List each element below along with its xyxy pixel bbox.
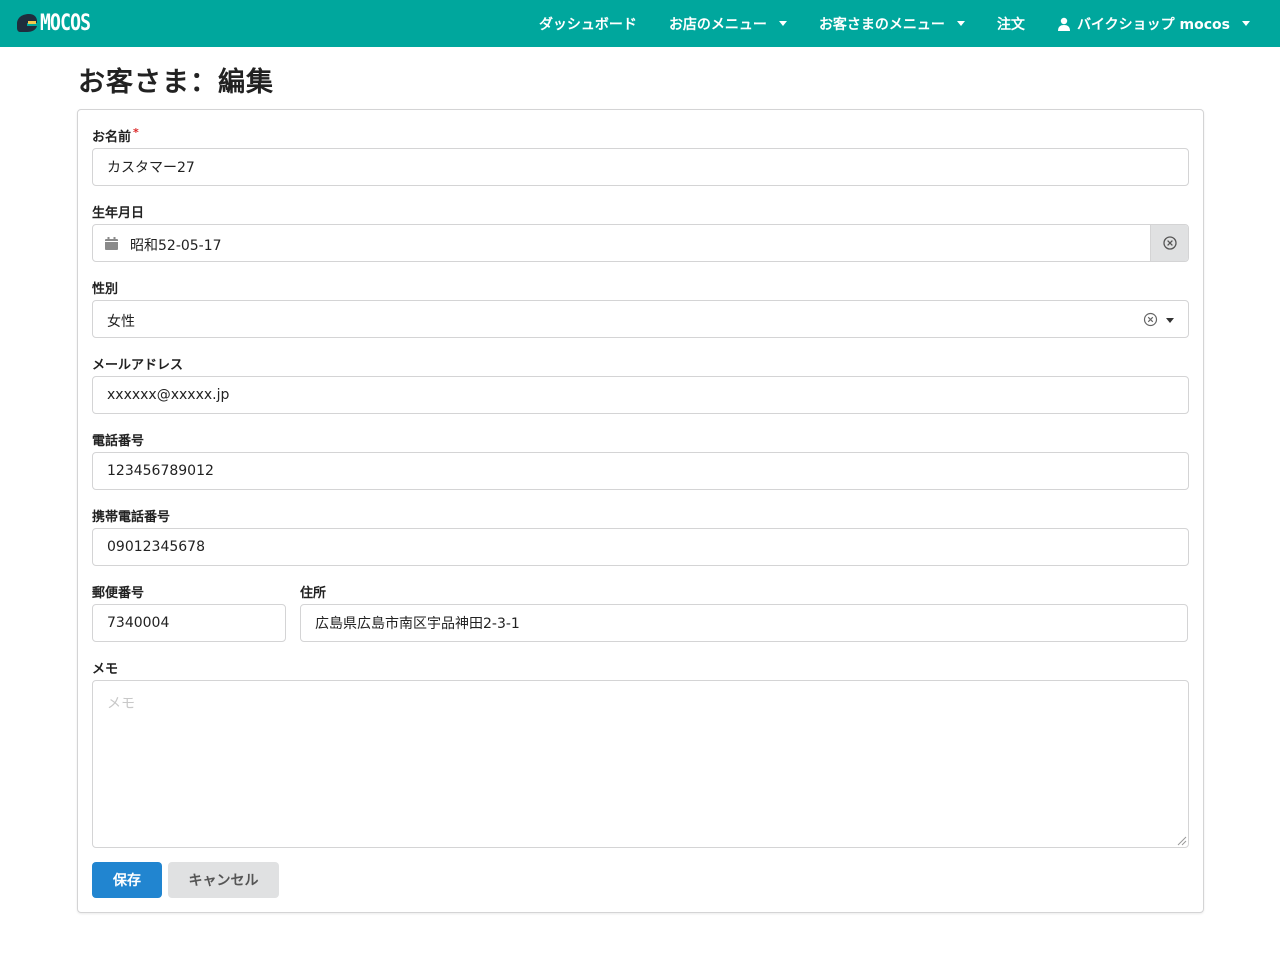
address-label: 住所 <box>300 586 327 601</box>
nav-dashboard-label: ダッシュボード <box>538 16 637 33</box>
caret-down-icon <box>778 21 787 26</box>
email-label: メールアドレス <box>92 358 184 373</box>
page-title: お客さま：編集 <box>78 67 274 98</box>
caret-down-icon <box>956 21 965 26</box>
nav-orders[interactable]: 注文 <box>981 0 1041 47</box>
nav-menu: ダッシュボード お店のメニュー お客さまのメニュー 注文 バイクショップ moc… <box>523 0 1266 47</box>
gender-select[interactable]: 女性 <box>92 300 1189 338</box>
memo-label: メモ <box>92 662 119 677</box>
gender-value: 女性 <box>107 314 135 330</box>
nav-customer-menu[interactable]: お客さまのメニュー <box>803 0 981 47</box>
postal-label: 郵便番号 <box>92 586 145 601</box>
brand-name: MOCOS <box>40 10 91 36</box>
customer-edit-form: お名前* 生年月日 昭和52-05-17 性別 女性 メールアドレス 電話番 <box>77 109 1204 913</box>
gender-label: 性別 <box>92 282 119 297</box>
nav-shop-menu[interactable]: お店のメニュー <box>653 0 803 47</box>
save-button[interactable]: 保存 <box>92 862 162 898</box>
cancel-button[interactable]: キャンセル <box>168 862 279 898</box>
address-input[interactable] <box>300 604 1188 642</box>
nav-user-label: バイクショップ mocos <box>1076 16 1230 33</box>
name-input[interactable] <box>92 148 1189 186</box>
nav-customer-menu-label: お客さまのメニュー <box>818 16 945 33</box>
nav-shop-menu-label: お店のメニュー <box>668 16 767 33</box>
caret-down-icon <box>1242 21 1250 26</box>
birthday-label: 生年月日 <box>92 206 145 221</box>
top-navbar: MOCOS ダッシュボード お店のメニュー お客さまのメニュー 注文 バイクショ… <box>0 0 1280 47</box>
resize-handle-icon[interactable] <box>1175 834 1187 846</box>
name-label-text: お名前 <box>92 130 132 145</box>
phone-label: 電話番号 <box>92 434 145 449</box>
birthday-datepicker[interactable]: 昭和52-05-17 <box>92 224 1189 262</box>
brand-link[interactable]: MOCOS <box>14 9 101 37</box>
required-mark: * <box>133 126 139 139</box>
postal-input[interactable] <box>92 604 286 642</box>
nav-user-menu[interactable]: バイクショップ mocos <box>1041 0 1266 47</box>
nav-dashboard[interactable]: ダッシュボード <box>523 0 653 47</box>
clear-circle-icon <box>1162 236 1177 250</box>
mobile-label: 携帯電話番号 <box>92 510 171 525</box>
mobile-input[interactable] <box>92 528 1189 566</box>
memo-textarea[interactable] <box>92 680 1189 848</box>
user-icon <box>1057 17 1070 31</box>
calendar-icon <box>105 237 118 250</box>
name-label: お名前 * <box>92 126 139 145</box>
nav-orders-label: 注文 <box>996 16 1025 33</box>
phone-input[interactable] <box>92 452 1189 490</box>
clear-circle-icon[interactable] <box>1143 312 1158 327</box>
birthday-clear-button[interactable] <box>1150 225 1188 261</box>
email-input[interactable] <box>92 376 1189 414</box>
birthday-value: 昭和52-05-17 <box>130 238 222 254</box>
chevron-down-icon <box>1166 318 1174 323</box>
helmet-logo-icon <box>17 14 37 32</box>
